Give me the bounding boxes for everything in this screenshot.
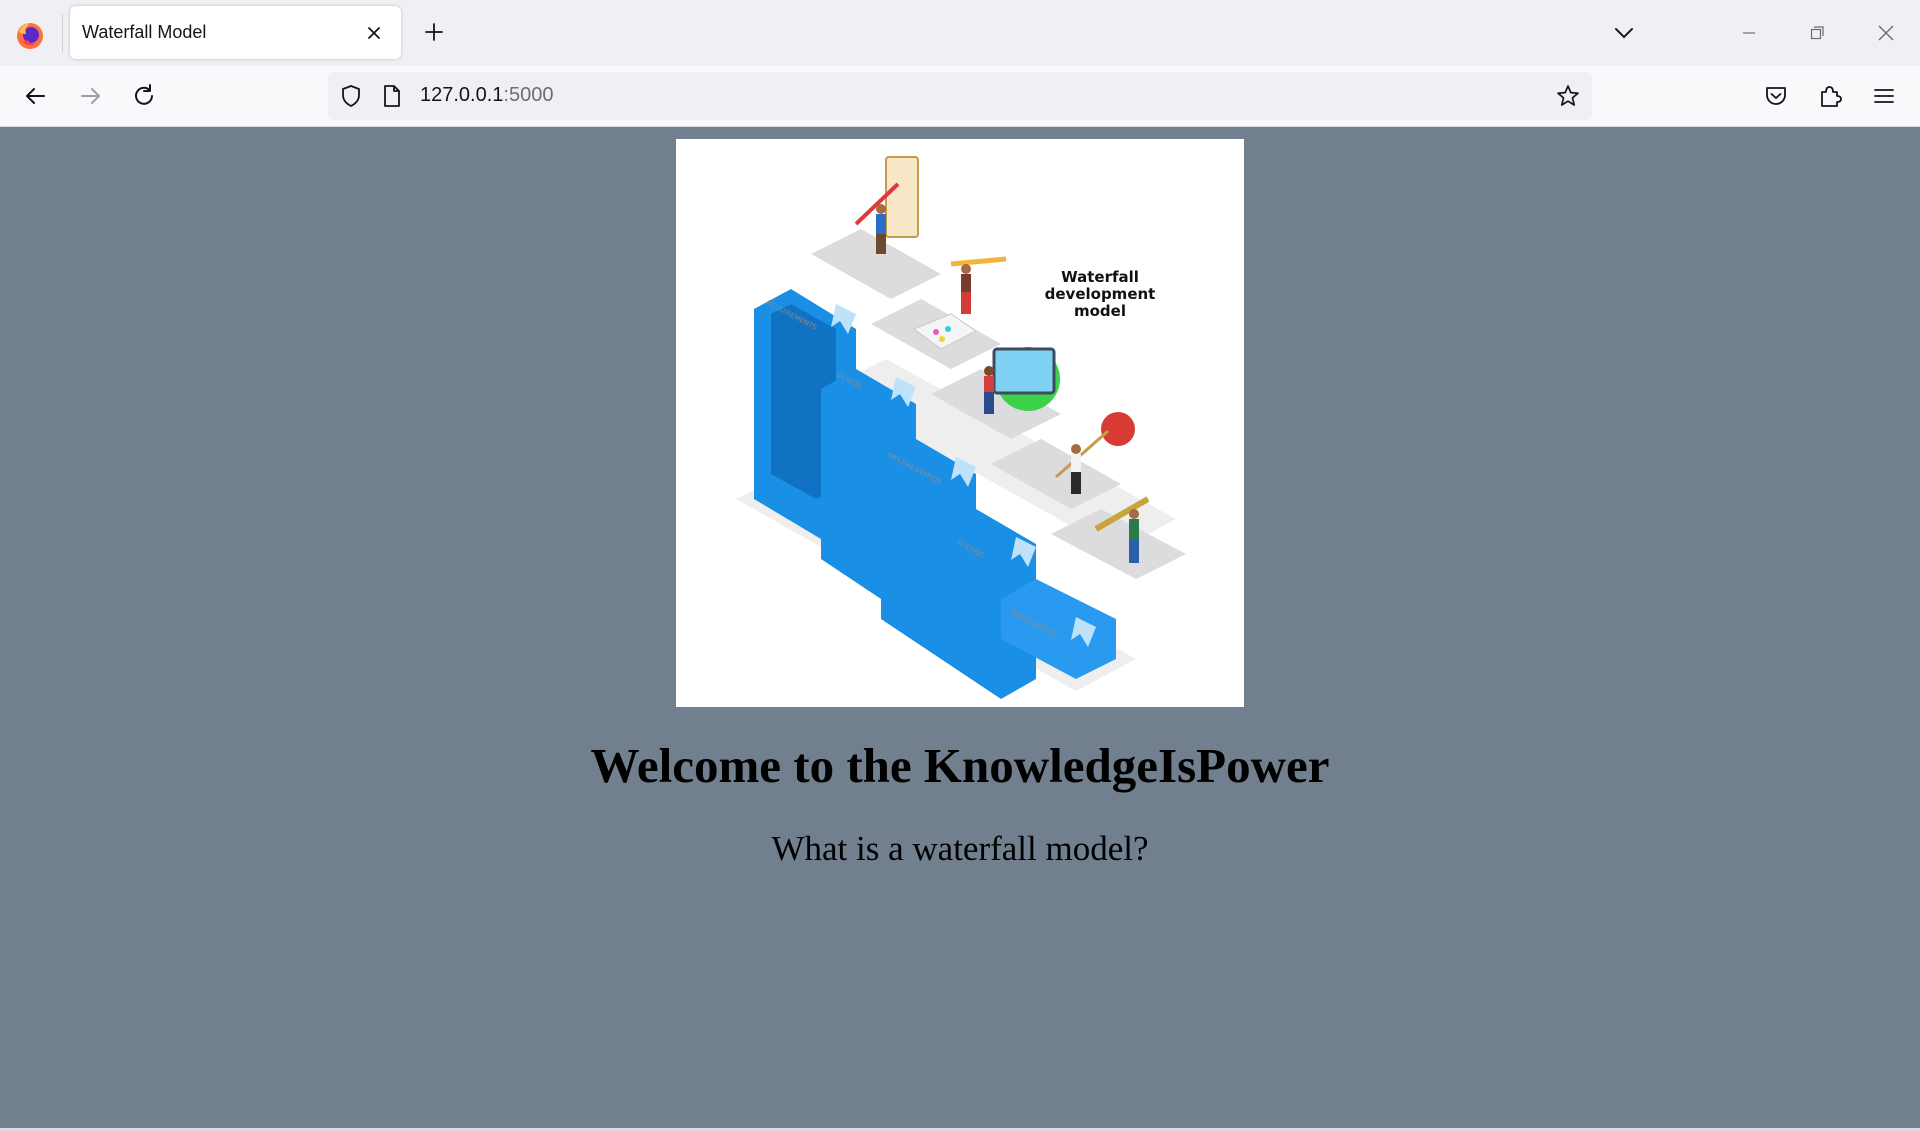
ruler [950, 256, 1007, 267]
page-question: What is a waterfall model? [771, 829, 1149, 868]
page-content: REQUIREMENTS DESIGN IMPLEMENTATION TESTI… [0, 127, 1920, 1128]
page-heading: Welcome to the KnowledgeIsPower [590, 738, 1330, 793]
image-caption-line: Waterfall [1061, 268, 1139, 286]
bug [1101, 412, 1135, 446]
image-caption-line: development [1045, 285, 1156, 303]
url-port: :5000 [503, 84, 554, 106]
menu-icon[interactable] [1870, 82, 1898, 110]
tab-separator [62, 14, 63, 52]
clipboard [885, 156, 919, 238]
restore-icon[interactable] [1804, 20, 1830, 46]
tab-strip: Waterfall Model [0, 0, 1920, 66]
close-icon[interactable] [363, 22, 385, 44]
tab-waterfall-model[interactable]: Waterfall Model [70, 6, 401, 59]
back-arrow-icon[interactable] [22, 82, 50, 110]
minimize-icon[interactable] [1736, 20, 1762, 46]
forward-arrow-icon[interactable] [76, 82, 104, 110]
firefox-logo-icon[interactable] [14, 20, 46, 52]
tab-title: Waterfall Model [82, 22, 207, 42]
page-icon[interactable] [380, 83, 404, 109]
pocket-icon[interactable] [1762, 82, 1790, 110]
extensions-icon[interactable] [1816, 82, 1844, 110]
waterfall-illustration: REQUIREMENTS DESIGN IMPLEMENTATION TESTI… [736, 156, 1186, 699]
star-icon[interactable] [1555, 83, 1581, 109]
close-window-icon[interactable] [1873, 20, 1899, 46]
chevron-down-icon[interactable] [1611, 20, 1637, 46]
url-host: 127.0.0.1 [420, 84, 504, 106]
waterfall-model-image: REQUIREMENTS DESIGN IMPLEMENTATION TESTI… [676, 139, 1244, 707]
code-monitor [992, 347, 1056, 395]
shield-icon[interactable] [338, 83, 364, 109]
plus-icon[interactable] [422, 20, 446, 44]
url-text[interactable]: 127.0.0.1:5000 [420, 84, 553, 107]
reload-icon[interactable] [130, 82, 158, 110]
navigation-toolbar: 127.0.0.1:5000 [0, 66, 1920, 127]
image-caption-line: model [1074, 302, 1126, 320]
address-bar[interactable]: 127.0.0.1:5000 [328, 72, 1592, 120]
